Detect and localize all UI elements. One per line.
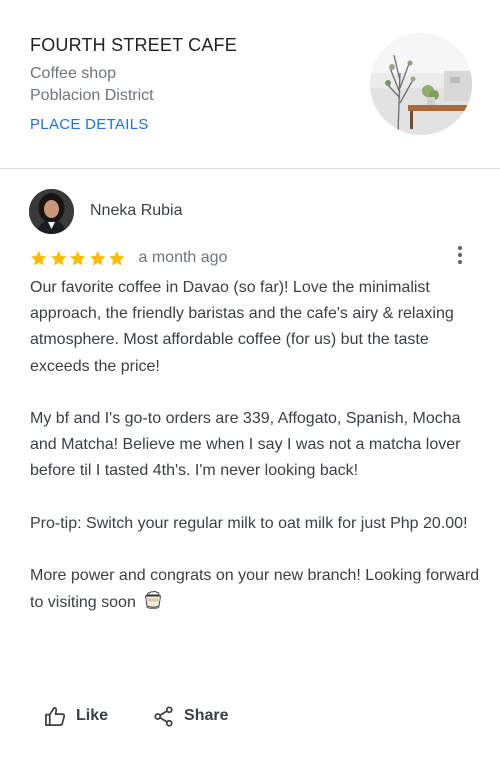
star-icon (50, 250, 66, 265)
share-button[interactable]: Share (152, 705, 228, 728)
more-vert-icon (458, 246, 462, 251)
review-paragraph: Pro-tip: Switch your regular milk to oat… (30, 514, 468, 532)
star-rating (29, 249, 127, 268)
coffee-cup-icon (142, 589, 164, 611)
place-details-link[interactable]: PLACE DETAILS (30, 116, 149, 133)
review-paragraph-last: More power and congrats on your new bran… (30, 563, 480, 616)
star-icon (89, 250, 105, 265)
cafe-interior-image (370, 33, 472, 135)
header-divider (0, 168, 500, 169)
review-time: a month ago (138, 249, 228, 266)
place-photo[interactable] (370, 33, 472, 135)
like-label: Like (76, 707, 109, 724)
reviewer-avatar-image (29, 189, 74, 234)
place-type: Coffee shop (30, 65, 116, 82)
place-name: FOURTH STREET CAFE (30, 35, 237, 55)
more-options-button[interactable] (449, 243, 471, 267)
review-paragraph: Our favorite coffee in Davao (so far)! L… (30, 279, 454, 375)
like-button[interactable]: Like (44, 705, 108, 728)
more-vert-icon-dot (458, 259, 462, 264)
review-paragraph-text: More power and congrats on your new bran… (30, 567, 480, 612)
share-label: Share (184, 707, 229, 724)
review-text: Our favorite coffee in Davao (so far)! L… (30, 275, 480, 617)
place-area: Poblacion District (30, 87, 154, 104)
share-icon (154, 705, 173, 727)
review-paragraph: My bf and I's go-to orders are 339, Affo… (30, 410, 461, 480)
reviewer-name[interactable]: Nneka Rubia (90, 202, 183, 220)
star-icon (70, 250, 86, 265)
review-actions: Like Share (44, 701, 228, 731)
avatar[interactable] (29, 189, 74, 234)
star-icon (31, 250, 47, 265)
more-vert-icon-dot (458, 253, 462, 257)
thumb-up-icon (45, 706, 66, 726)
star-icon (109, 250, 125, 265)
rating-row: a month ago (29, 247, 227, 269)
place-header: FOURTH STREET CAFE Coffee shop Poblacion… (0, 0, 500, 169)
